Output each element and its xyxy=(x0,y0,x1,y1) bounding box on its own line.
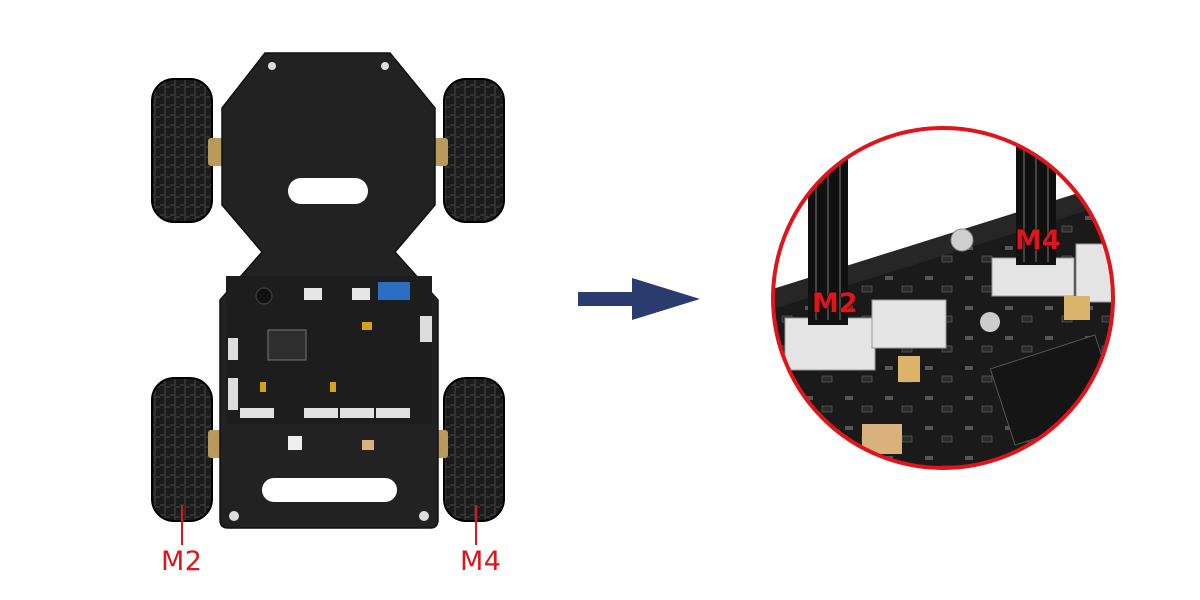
robot-car-drawing xyxy=(151,52,1115,545)
controller-board xyxy=(226,276,432,450)
motor-m4-label: M4 xyxy=(460,546,502,577)
wheel-rear-left xyxy=(151,377,224,522)
wheel-rear-right xyxy=(432,377,505,522)
chassis-slot-bottom xyxy=(262,478,397,502)
motor-m2-label: M2 xyxy=(161,546,203,577)
right-arrow-icon xyxy=(578,278,700,320)
chassis-slot-top xyxy=(288,178,368,204)
zoom-m4-label: M4 xyxy=(1015,225,1061,256)
wheel-front-right xyxy=(432,78,505,223)
wheel-front-left xyxy=(151,78,224,223)
zoom-m2-label: M2 xyxy=(812,288,858,319)
